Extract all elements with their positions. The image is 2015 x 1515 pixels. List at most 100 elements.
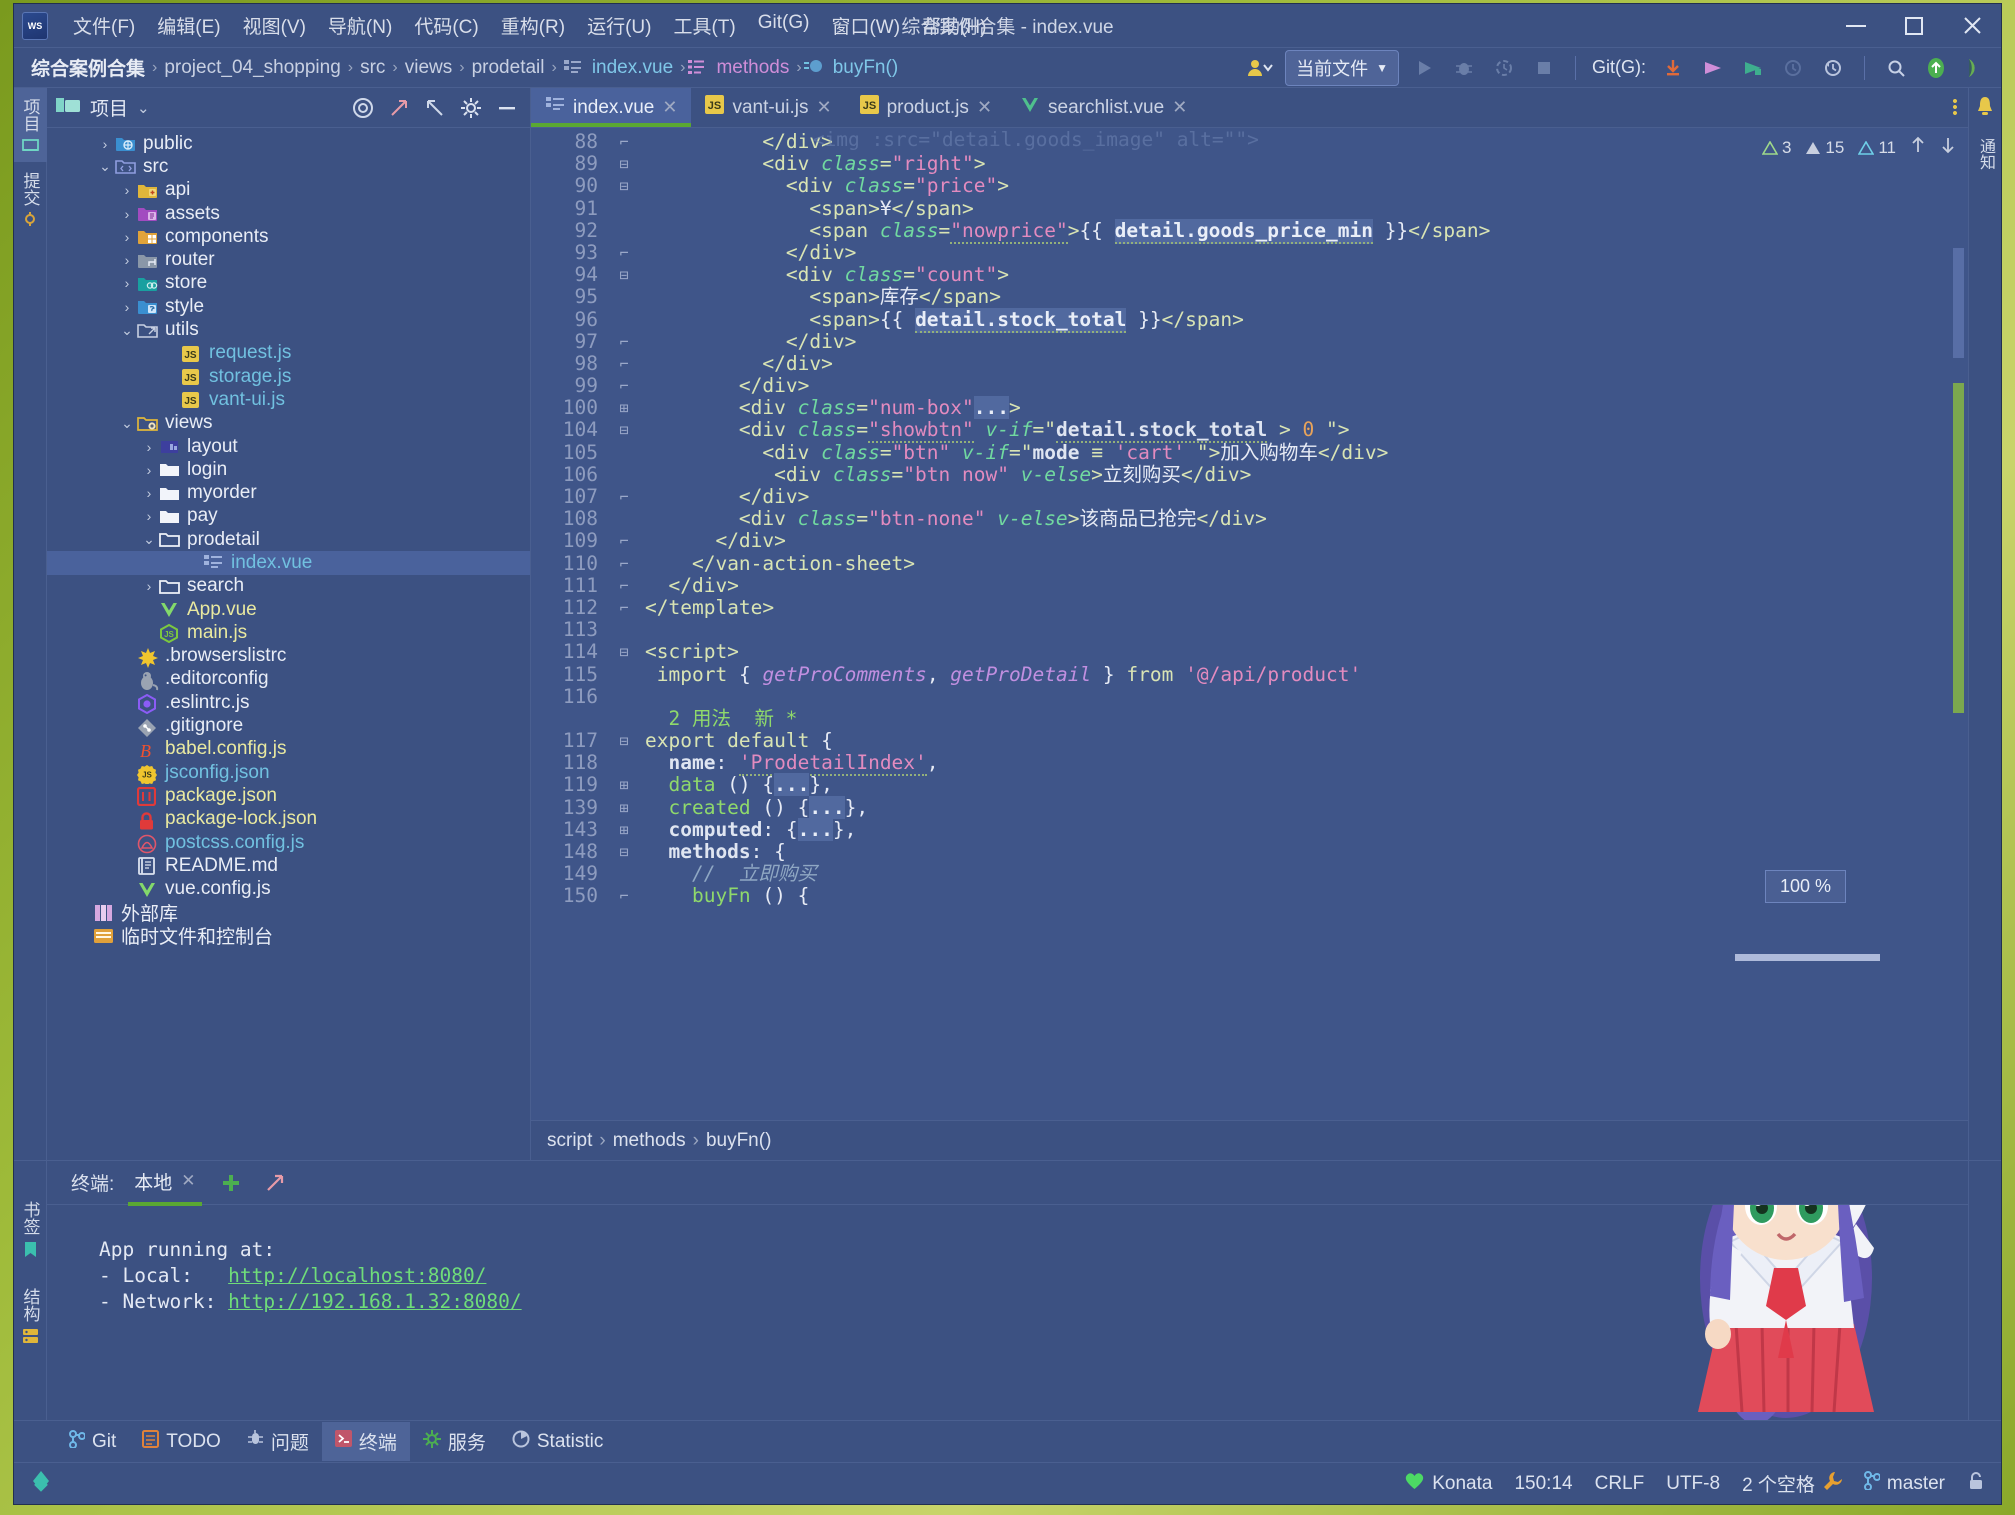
maximize-button[interactable]: [1885, 4, 1943, 48]
chevron-down-icon[interactable]: ⌄: [95, 158, 115, 175]
editor-tabbar-actions[interactable]: • • •: [1948, 88, 1968, 127]
bottom-tab-todo[interactable]: TODO: [129, 1424, 234, 1460]
tree-row-store[interactable]: › store: [47, 272, 530, 295]
code-line[interactable]: data () {...},: [645, 773, 1968, 797]
warning-count[interactable]: 15: [1805, 138, 1844, 158]
menu-item-refactor[interactable]: 重构(R): [490, 8, 576, 43]
close-button[interactable]: [1943, 4, 2001, 48]
fold-region-end-icon[interactable]: ⌐: [607, 353, 641, 375]
status-indent[interactable]: 2 个空格: [1742, 1470, 1842, 1497]
chevron-right-icon[interactable]: ›: [117, 229, 137, 245]
tree-row-search[interactable]: › search: [47, 575, 530, 598]
run-button[interactable]: [1409, 53, 1439, 83]
tree-row-vue-config-js[interactable]: vue.config.js: [47, 878, 530, 901]
menu-item-code[interactable]: 代码(C): [403, 8, 489, 43]
code-line[interactable]: </div>: [645, 485, 1968, 508]
fold-region-end-icon[interactable]: ⌐: [607, 553, 641, 575]
code-line[interactable]: methods: {: [645, 840, 1968, 863]
tool-tab-notifications[interactable]: 通知: [1973, 138, 1997, 170]
fold-collapse-icon[interactable]: ⊟: [607, 175, 641, 197]
coverage-button[interactable]: [1489, 53, 1519, 83]
inspection-widget[interactable]: 3 15 11: [1761, 136, 1956, 159]
tree-row--eslintrc-js[interactable]: .eslintrc.js: [47, 691, 530, 715]
editor-tab-searchlist-vue[interactable]: searchlist.vue ✕: [1006, 88, 1201, 127]
fold-region-end-icon[interactable]: ⌐: [607, 597, 641, 619]
bottom-tab-git[interactable]: Git: [56, 1424, 129, 1460]
tree-row--gitignore[interactable]: .gitignore: [47, 714, 530, 737]
hide-panel-icon[interactable]: [492, 93, 522, 123]
tree-row-package-json[interactable]: package.json: [47, 784, 530, 807]
tree-row-package-lock-json[interactable]: package-lock.json: [47, 808, 530, 831]
code-line[interactable]: name: 'ProdetailIndex',: [645, 751, 1968, 777]
chevron-down-icon[interactable]: ⌄: [117, 322, 137, 339]
expand-icon[interactable]: [260, 1168, 290, 1198]
previous-problem-icon[interactable]: [1910, 136, 1926, 159]
tree-row-router[interactable]: › router: [47, 248, 530, 271]
tree-row--editorconfig[interactable]: .editorconfig: [47, 668, 530, 691]
tree-row-login[interactable]: › login: [47, 458, 530, 481]
tree-row-components[interactable]: › components: [47, 225, 530, 248]
status-konata[interactable]: Konata: [1404, 1471, 1492, 1496]
breadcrumb-item-4[interactable]: prodetail: [467, 56, 550, 80]
fold-collapse-icon[interactable]: ⊟: [607, 264, 641, 286]
code-line[interactable]: <span>{{ detail.stock_total }}</span>: [645, 307, 1968, 333]
code-line[interactable]: created () {...},: [645, 795, 1968, 819]
search-icon[interactable]: [1881, 53, 1911, 83]
minimize-button[interactable]: [1827, 4, 1885, 48]
chevron-down-icon[interactable]: ⌄: [117, 415, 137, 432]
tree-row-layout[interactable]: › layout: [47, 435, 530, 458]
expand-all-icon[interactable]: [384, 93, 414, 123]
code-line[interactable]: <div class="showbtn" v-if="detail.stock_…: [645, 418, 1968, 444]
code-line[interactable]: <div class="num-box"...>: [645, 396, 1968, 420]
tree-row-readme-md[interactable]: README.md: [47, 854, 530, 877]
menu-item-git[interactable]: Git(G): [747, 8, 821, 43]
status-encoding[interactable]: UTF-8: [1666, 1473, 1720, 1495]
fold-region-end-icon[interactable]: ⌐: [607, 242, 641, 264]
code-line[interactable]: </div>: [645, 241, 1968, 264]
run-configuration-selector[interactable]: 当前文件 ▼: [1285, 49, 1399, 86]
status-git-branch[interactable]: master: [1863, 1471, 1945, 1496]
chevron-right-icon[interactable]: ›: [139, 485, 159, 501]
close-icon[interactable]: ✕: [1172, 97, 1187, 118]
status-line-separator[interactable]: CRLF: [1595, 1473, 1645, 1495]
bottom-tab-terminal[interactable]: 终端: [321, 1422, 410, 1461]
terminal-tab-local[interactable]: 本地 ✕: [128, 1160, 202, 1206]
fold-region-end-icon[interactable]: ⌐: [607, 885, 641, 907]
editor-tab-index-vue[interactable]: index.vue ✕: [531, 88, 692, 127]
tree-row-storage-js[interactable]: JS storage.js: [47, 365, 530, 388]
window-controls[interactable]: [1827, 4, 2001, 48]
weak-warning-count[interactable]: 3: [1761, 138, 1791, 158]
tree-row-assets[interactable]: › assets: [47, 202, 530, 225]
status-crumb-methods[interactable]: methods: [613, 1130, 686, 1152]
close-icon[interactable]: ✕: [977, 97, 992, 118]
fold-expand-icon[interactable]: ⊞: [607, 774, 641, 796]
tree-row-public[interactable]: › public: [47, 132, 530, 155]
code-line[interactable]: <script>: [645, 641, 1968, 663]
code-line[interactable]: export default {: [645, 729, 1968, 752]
menu-item-view[interactable]: 视图(V): [232, 8, 317, 43]
fold-collapse-icon[interactable]: ⊟: [607, 841, 641, 863]
code-line[interactable]: <div class="btn-none" v-else>该商品已抢完</div…: [645, 508, 1968, 530]
stop-button[interactable]: [1529, 53, 1559, 83]
breadcrumb-item-2[interactable]: src: [355, 56, 390, 80]
tree-row-prodetail[interactable]: ⌄ prodetail: [47, 528, 530, 551]
settings-gear-icon[interactable]: [456, 93, 486, 123]
collapse-all-icon[interactable]: [420, 93, 450, 123]
menu-item-help[interactable]: 帮助(H): [911, 8, 997, 43]
chevron-right-icon[interactable]: ›: [95, 136, 115, 152]
breadcrumb-item-file[interactable]: index.vue: [587, 56, 678, 80]
tool-tab-bookmarks[interactable]: 书签: [14, 1191, 47, 1268]
chevron-right-icon[interactable]: ›: [117, 182, 137, 198]
chevron-right-icon[interactable]: ›: [139, 578, 159, 594]
menu-item-file[interactable]: 文件(F): [62, 8, 146, 43]
minimap-thumb[interactable]: [1735, 954, 1880, 961]
code-line[interactable]: </van-action-sheet>: [645, 552, 1968, 575]
breadcrumb-project[interactable]: 综合案例合集: [26, 53, 150, 82]
bottom-tab-services[interactable]: 服务: [410, 1422, 499, 1461]
code-line[interactable]: <div class="count">: [645, 264, 1968, 286]
code-line[interactable]: <span class="nowprice">{{ detail.goods_p…: [645, 218, 1968, 244]
git-push-icon[interactable]: [1738, 53, 1768, 83]
chevron-down-icon[interactable]: ⌄: [137, 99, 150, 117]
terminal-output[interactable]: App running at: - Local: http://localhos…: [47, 1205, 1968, 1420]
git-commit-icon[interactable]: [1698, 53, 1728, 83]
